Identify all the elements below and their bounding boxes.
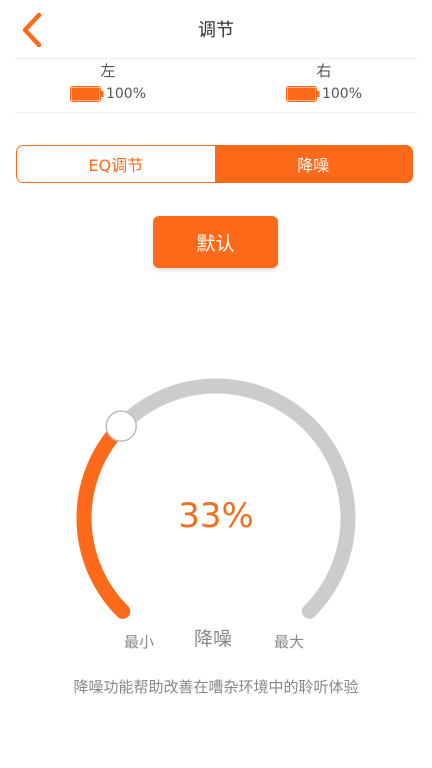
- dial-min-label: 最小: [124, 633, 155, 651]
- header-bar: 调节: [0, 0, 432, 58]
- noise-reduction-dial[interactable]: [0, 360, 432, 630]
- battery-left: 左 100%: [38, 62, 178, 102]
- dial-center-label: 降噪: [194, 628, 233, 650]
- tab-noise-reduction[interactable]: 降噪: [214, 146, 412, 182]
- battery-right: 右 100%: [254, 62, 394, 102]
- battery-divider: [14, 112, 418, 113]
- dial-knob[interactable]: [105, 410, 137, 442]
- page-title: 调节: [198, 20, 234, 41]
- tab-eq[interactable]: EQ调节: [17, 146, 215, 182]
- dial-value: 33%: [178, 496, 254, 536]
- battery-right-label: 右: [316, 62, 332, 80]
- default-button[interactable]: 默认: [153, 216, 278, 268]
- header-divider: [14, 58, 418, 59]
- battery-left-label: 左: [100, 62, 116, 80]
- battery-right-percent: 100%: [321, 86, 363, 102]
- battery-icon: [285, 86, 320, 102]
- dial-max-label: 最大: [274, 633, 305, 651]
- description-text: 降噪功能帮助改善在嘈杂环境中的聆听体验: [73, 678, 359, 696]
- battery-icon: [69, 86, 104, 102]
- battery-left-percent: 100%: [105, 86, 147, 102]
- mode-segmented-control: EQ调节 降噪: [16, 145, 413, 183]
